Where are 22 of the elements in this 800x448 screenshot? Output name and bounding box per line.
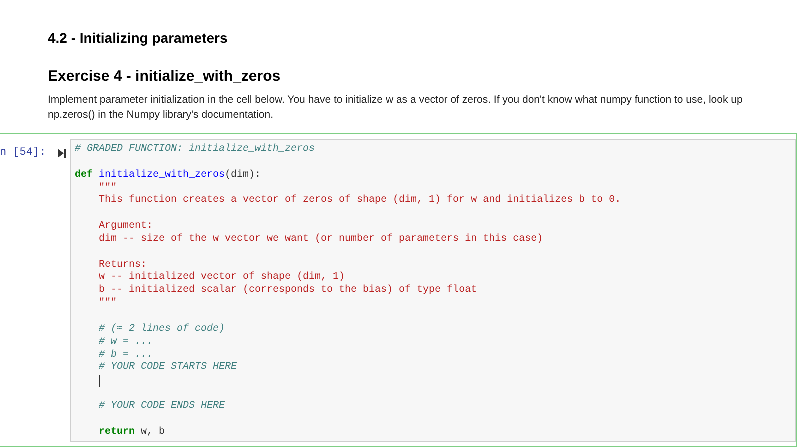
- code-line: b -- initialized scalar (corresponds to the bias) of type float: [98, 285, 478, 298]
- code-line: """: [98, 298, 118, 311]
- code-line: # (≈ 2 lines of code): [98, 324, 226, 337]
- text-cursor: [99, 375, 100, 388]
- code-line: # YOUR CODE STARTS HERE: [98, 362, 238, 376]
- code-line: Returns:: [98, 260, 148, 272]
- code-line: # YOUR CODE ENDS HERE: [98, 400, 226, 414]
- code-line: Argument:: [98, 221, 154, 234]
- cell-prompt: n [54]:: [0, 147, 46, 159]
- code-line: def initialize_with_zeros(dim):: [75, 170, 262, 182]
- code-line: """: [98, 182, 118, 194]
- run-icon[interactable]: [58, 149, 66, 158]
- code-line: dim -- size of the w vector we want (or number of parameters in this case): [98, 234, 544, 247]
- exercise-heading: Exercise 4 - initialize_with_zeros: [48, 68, 282, 85]
- code-line: # b = ...: [98, 350, 154, 362]
- code-line: # GRADED FUNCTION: initialize_with_zeros: [75, 144, 316, 157]
- section-heading: 4.2 - Initializing parameters: [48, 30, 229, 46]
- instructions-text: Implement parameter initialization in the cell below. You have to initialize w as a vector of zeros. If you don't know what numpy function to use, look up np.zeros() in the Numpy library's documentation.: [48, 93, 744, 123]
- code-line: return w, b: [98, 426, 166, 440]
- code-line: w -- initialized vector of shape (dim, 1): [98, 272, 346, 284]
- code-line: This function creates a vector of zeros of shape (dim, 1) for w and initializes b to 0.: [98, 195, 622, 208]
- code-line: # w = ...: [98, 336, 154, 350]
